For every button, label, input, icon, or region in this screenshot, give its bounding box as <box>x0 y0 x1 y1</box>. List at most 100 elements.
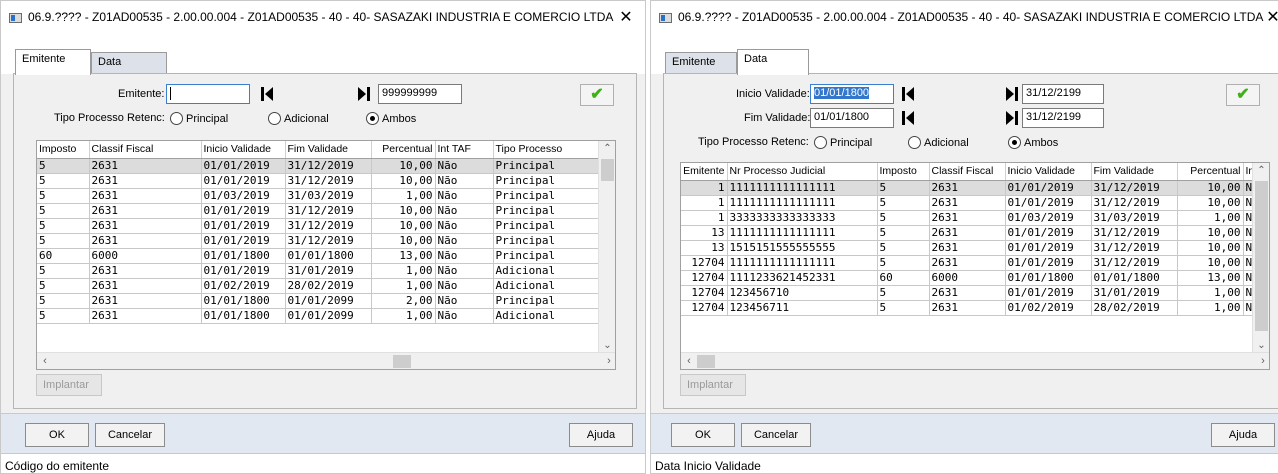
scroll-thumb[interactable] <box>697 355 715 368</box>
table-row[interactable]: 5 2631 01/01/1800 01/01/2099 2,00 Não Principa… <box>37 293 602 309</box>
table-row[interactable]: 12704 123456710 5 2631 01/01/2019 31/01/2019 1… <box>681 285 1254 301</box>
table-row[interactable]: 5 2631 01/01/2019 31/12/2019 10,00 Não Princip… <box>37 173 602 189</box>
status-bar: Código do emitente <box>1 453 645 473</box>
inicio-to-input[interactable]: 31/12/2199 <box>1022 84 1104 104</box>
horizontal-scrollbar[interactable]: ‹ › <box>681 352 1269 369</box>
scroll-thumb[interactable] <box>1255 181 1268 331</box>
column-header[interactable]: Classif Fiscal <box>929 163 1006 181</box>
fim-to-input[interactable]: 31/12/2199 <box>1022 108 1104 128</box>
scroll-thumb[interactable] <box>601 159 614 181</box>
table-row[interactable]: 5 2631 01/01/2019 31/12/2019 10,00 Não Princip… <box>37 233 602 249</box>
table-row[interactable]: 5 2631 01/01/2019 31/01/2019 1,00 Não Adiciona… <box>37 263 602 279</box>
table-row[interactable]: 5 2631 01/03/2019 31/03/2019 1,00 Não Principa… <box>37 188 602 204</box>
scroll-left-icon[interactable]: ‹ <box>681 353 697 369</box>
table-row[interactable]: 5 2631 01/01/2019 31/12/2019 10,00 Não Princip… <box>37 158 602 174</box>
first-record-icon[interactable] <box>900 110 916 126</box>
column-header[interactable]: Tipo Processo <box>493 141 602 159</box>
tab-data[interactable]: Data <box>91 52 167 74</box>
radio-principal[interactable]: Principal <box>814 136 872 149</box>
column-header[interactable]: Fim Validade <box>285 141 372 159</box>
column-header[interactable]: Int TAF <box>435 141 494 159</box>
fim-from-input[interactable]: 01/01/1800 <box>810 108 894 128</box>
tab-emitente[interactable]: Emitente <box>15 49 91 75</box>
table-row[interactable]: 5 2631 01/01/2019 31/12/2019 10,00 Não Princip… <box>37 203 602 219</box>
first-record-icon[interactable] <box>900 86 916 102</box>
tipo-processo-label: Tipo Processo Retenc: <box>54 112 165 124</box>
table-cell: Não <box>435 293 494 309</box>
radio-adicional[interactable]: Adicional <box>268 112 329 125</box>
column-header[interactable]: Inicio Validade <box>1005 163 1092 181</box>
confirm-filter-button[interactable]: ✔ <box>580 84 614 106</box>
emitente-to-input[interactable]: 999999999 <box>378 84 462 104</box>
table-cell: 5 <box>877 255 930 271</box>
column-header[interactable]: Classif Fiscal <box>89 141 202 159</box>
last-record-icon[interactable] <box>1004 110 1020 126</box>
close-button[interactable]: ✕ <box>615 7 637 29</box>
scroll-right-icon[interactable]: › <box>1255 353 1269 369</box>
column-header[interactable]: Imposto <box>37 141 90 159</box>
table-cell: 5 <box>37 233 90 249</box>
inicio-from-input[interactable]: 01/01/1800 <box>810 84 894 104</box>
title-bar: 06.9.???? - Z01AD00535 - 2.00.00.004 - Z… <box>1 1 645 34</box>
table-cell: 5 <box>37 158 90 174</box>
table-row[interactable]: 13 1515151555555555 5 2631 01/01/2019 31/12/2… <box>681 240 1254 256</box>
implantar-button[interactable]: Implantar <box>36 374 102 396</box>
radio-ambos[interactable]: Ambos <box>366 112 416 125</box>
radio-adicional[interactable]: Adicional <box>908 136 969 149</box>
column-header[interactable]: Imposto <box>877 163 930 181</box>
help-button[interactable]: Ajuda <box>569 423 633 447</box>
fim-validade-label: Fim Validade: <box>744 112 811 124</box>
close-button[interactable]: ✕ <box>1262 7 1278 29</box>
scroll-up-icon[interactable]: ⌃ <box>1253 163 1269 179</box>
table-row[interactable]: 1 3333333333333333 5 2631 01/03/2019 31/03/20… <box>681 210 1254 226</box>
vertical-scrollbar[interactable]: ⌃ ⌄ <box>1252 163 1269 354</box>
vertical-scrollbar[interactable]: ⌃ ⌄ <box>598 141 615 354</box>
cancel-button[interactable]: Cancelar <box>95 423 165 447</box>
scroll-right-icon[interactable]: › <box>601 353 615 369</box>
last-record-icon[interactable] <box>1004 86 1020 102</box>
table-row[interactable]: 1 1111111111111111 5 2631 01/01/2019 31/12/20… <box>681 195 1254 211</box>
column-header[interactable]: Percentual <box>1177 163 1244 181</box>
column-header[interactable]: Nr Processo Judicial <box>727 163 878 181</box>
dialog-data: 06.9.???? - Z01AD00535 - 2.00.00.004 - Z… <box>650 0 1278 474</box>
tab-emitente[interactable]: Emitente <box>665 52 737 74</box>
table-row[interactable]: 12704 1111111111111111 5 2631 01/01/2019 31/1… <box>681 255 1254 271</box>
column-header[interactable]: Fim Validade <box>1091 163 1178 181</box>
emitente-from-input[interactable] <box>166 84 250 104</box>
table-row[interactable]: 13 1111111111111111 5 2631 01/01/2019 31/12/2… <box>681 225 1254 241</box>
table-row[interactable]: 12704 1111233621452331 60 6000 01/01/1800 01/… <box>681 270 1254 286</box>
implantar-button[interactable]: Implantar <box>680 374 746 396</box>
radio-ambos[interactable]: Ambos <box>1008 136 1058 149</box>
button-bar: OK Cancelar Ajuda <box>1 413 645 453</box>
table-cell: 5 <box>877 240 930 256</box>
ok-button[interactable]: OK <box>25 423 89 447</box>
data-grid[interactable]: Imposto Classif Fiscal Inicio Validade Fim … <box>36 140 616 370</box>
column-header[interactable]: Emitente <box>681 163 728 181</box>
scroll-up-icon[interactable]: ⌃ <box>599 141 615 157</box>
table-cell: 5 <box>877 180 930 196</box>
tab-data[interactable]: Data <box>737 49 809 75</box>
first-record-icon[interactable] <box>259 86 275 102</box>
column-header[interactable]: Inicio Validade <box>201 141 286 159</box>
table-cell: 31/12/2019 <box>1091 225 1178 241</box>
last-record-icon[interactable] <box>356 86 372 102</box>
table-row[interactable]: 1 1111111111111111 5 2631 01/01/2019 31/12/20… <box>681 180 1254 196</box>
horizontal-scrollbar[interactable]: ‹ › <box>37 352 615 369</box>
table-row[interactable]: 12704 123456711 5 2631 01/02/2019 28/02/2019 1… <box>681 300 1254 316</box>
cancel-button[interactable]: Cancelar <box>741 423 811 447</box>
ok-button[interactable]: OK <box>671 423 735 447</box>
radio-principal[interactable]: Principal <box>170 112 228 125</box>
column-header[interactable]: Percentual <box>371 141 436 159</box>
table-row[interactable]: 5 2631 01/02/2019 28/02/2019 1,00 Não Adiciona… <box>37 278 602 294</box>
help-button[interactable]: Ajuda <box>1211 423 1275 447</box>
scroll-thumb[interactable] <box>393 355 411 368</box>
data-grid[interactable]: Emitente Nr Processo Judicial Imposto Class… <box>680 162 1270 370</box>
filter-panel: Emitente: 999999999 ✔ Tipo Processo Rete… <box>13 73 637 409</box>
table-cell: 01/03/2019 <box>1005 210 1092 226</box>
confirm-filter-button[interactable]: ✔ <box>1226 84 1260 106</box>
table-cell: 2631 <box>89 218 202 234</box>
scroll-left-icon[interactable]: ‹ <box>37 353 53 369</box>
table-row[interactable]: 5 2631 01/01/2019 31/12/2019 10,00 Não Princip… <box>37 218 602 234</box>
table-row[interactable]: 60 6000 01/01/1800 01/01/1800 13,00 Não Princi… <box>37 248 602 264</box>
table-row[interactable]: 5 2631 01/01/1800 01/01/2099 1,00 Não Adiciona… <box>37 308 602 324</box>
